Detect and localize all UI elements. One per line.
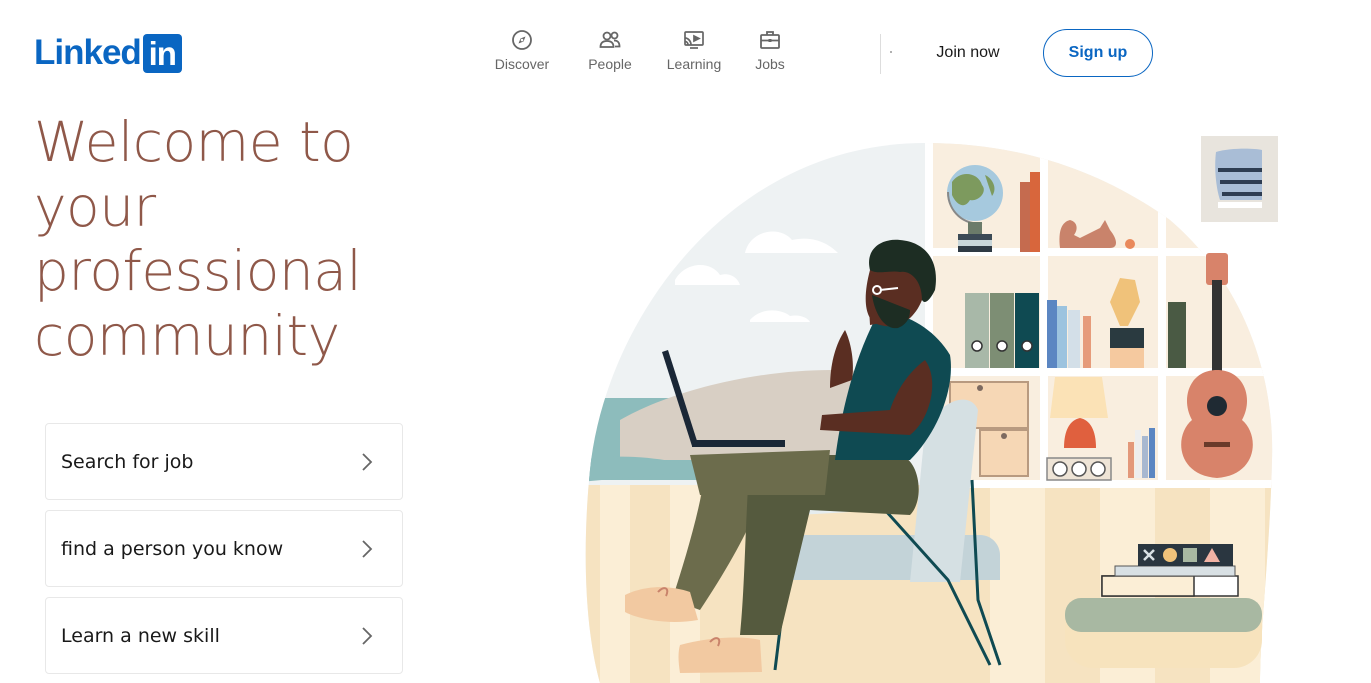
chevron-right-icon [362, 626, 373, 645]
nav-item-people[interactable]: People [577, 28, 643, 73]
hero-title-line: community [34, 303, 340, 368]
logo-in-box: in [142, 33, 182, 73]
nav-label: Learning [666, 56, 722, 72]
learn-skill-option[interactable]: Learn a new skill [45, 597, 403, 674]
option-label: find a person you know [61, 537, 284, 560]
logo-wordmark: Linked [34, 33, 142, 72]
hero-title-line: Welcome to [34, 110, 354, 174]
linkedin-logo[interactable]: Linked in [34, 33, 182, 73]
nav-separator-dot [890, 51, 892, 53]
learning-icon [684, 31, 704, 49]
search-for-job-option[interactable]: Search for job [45, 423, 403, 500]
nav-label: Jobs [755, 56, 785, 72]
join-now-button[interactable]: Join now [920, 30, 1016, 76]
find-person-option[interactable]: find a person you know [45, 510, 403, 587]
nav-item-learning[interactable]: Learning [655, 28, 733, 73]
people-icon [599, 31, 621, 48]
compass-icon [512, 30, 532, 50]
briefcase-icon [760, 31, 780, 49]
top-nav: Discover People Learning Jobs [483, 28, 795, 76]
wall-picture [1201, 136, 1278, 222]
hero-title-line: your [34, 174, 156, 239]
chevron-right-icon [362, 539, 373, 558]
nav-item-jobs[interactable]: Jobs [745, 28, 795, 73]
option-label: Search for job [61, 450, 194, 473]
nav-item-discover[interactable]: Discover [483, 28, 561, 73]
nav-label: People [588, 56, 632, 72]
sign-up-button[interactable]: Sign up [1043, 29, 1153, 77]
hero-title-line: professional [34, 239, 362, 303]
chevron-right-icon [362, 452, 373, 471]
option-label: Learn a new skill [61, 624, 220, 647]
nav-divider [880, 34, 881, 74]
nav-label: Discover [494, 56, 550, 72]
hero-title: Welcome to your professional community [34, 110, 364, 368]
hero-illustration [585, 136, 1278, 683]
